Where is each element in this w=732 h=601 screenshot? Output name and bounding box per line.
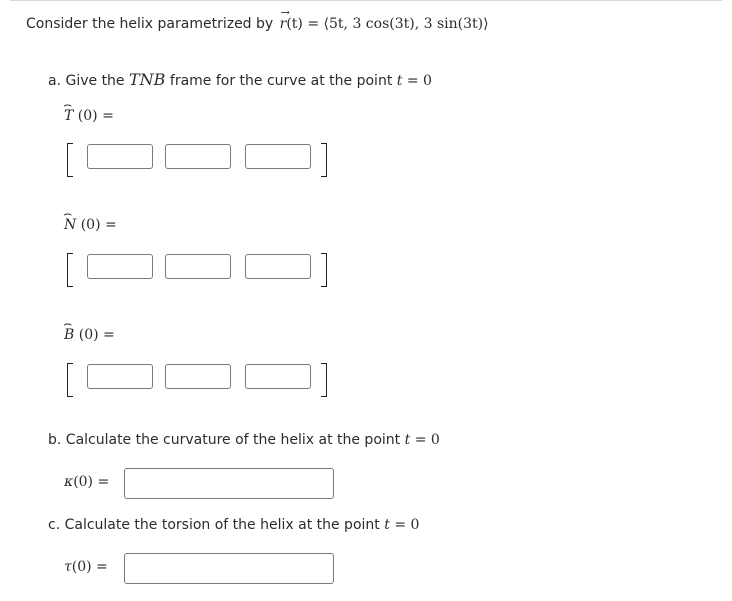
part-a-t: t [396, 73, 403, 89]
problem-statement: Consider the helix parametrized by → r (t… [26, 6, 489, 32]
b-component-2-input[interactable] [165, 364, 231, 389]
n-hat: ⌢ N [63, 206, 77, 233]
torsion-label: τ(0) = [64, 559, 108, 575]
b-component-3-input[interactable] [245, 364, 311, 389]
n-label: ⌢ N (0) = [63, 206, 117, 233]
n-right-bracket [321, 253, 327, 287]
intro-expression: ⟨5t, 3 cos(3t), 3 sin(3t)⟩ [323, 16, 489, 32]
n-arg: (0) = [80, 217, 117, 233]
t-component-3-input[interactable] [245, 144, 311, 169]
t-component-1-input[interactable] [87, 144, 153, 169]
part-a-middle: frame for the curve at the point [169, 73, 393, 89]
torsion-input[interactable] [124, 553, 334, 584]
hat-accent-icon: ⌢ [63, 97, 73, 113]
t-component-2-input[interactable] [165, 144, 231, 169]
part-c-heading: c. Calculate the torsion of the helix at… [48, 517, 419, 533]
b-right-bracket [321, 363, 327, 397]
kappa-symbol: κ [64, 474, 74, 490]
t-left-bracket [67, 143, 73, 177]
part-a-tnb: TNB [129, 70, 166, 89]
b-component-1-input[interactable] [87, 364, 153, 389]
intro-lead: Consider the helix parametrized by [26, 16, 274, 32]
part-b-t: t [404, 432, 411, 448]
intro-equals: = [307, 16, 320, 32]
torsion-arg: (0) = [71, 559, 108, 575]
hat-accent-icon: ⌢ [63, 206, 73, 222]
curvature-label: κ(0) = [64, 474, 109, 490]
b-hat: ⌢ B [63, 316, 75, 343]
part-c-t: t [384, 517, 390, 533]
n-left-bracket [67, 253, 73, 287]
n-component-1-input[interactable] [87, 254, 153, 279]
part-a-eq-zero: = 0 [406, 73, 432, 89]
curvature-arg: (0) = [73, 474, 110, 490]
b-left-bracket [67, 363, 73, 397]
t-arg: (0) = [77, 108, 114, 124]
t-hat: ⌢ T [63, 97, 74, 124]
tau-symbol: τ [64, 559, 72, 575]
top-divider [10, 0, 722, 1]
part-a-prefix: a. Give the [48, 73, 125, 89]
vector-arrow-icon: → [280, 6, 290, 19]
t-label: ⌢ T (0) = [63, 97, 114, 124]
curvature-input[interactable] [124, 468, 334, 499]
n-component-2-input[interactable] [165, 254, 231, 279]
part-a-heading: a. Give the TNB frame for the curve at t… [48, 70, 432, 89]
b-label: ⌢ B (0) = [63, 316, 115, 343]
part-c-eq-zero: = 0 [394, 517, 420, 533]
t-right-bracket [321, 143, 327, 177]
part-b-eq-zero: = 0 [414, 432, 440, 448]
r-vector: → r [279, 6, 290, 32]
n-component-3-input[interactable] [245, 254, 311, 279]
part-b-text: b. Calculate the curvature of the helix … [48, 432, 401, 448]
b-arg: (0) = [78, 327, 115, 343]
part-c-text: c. Calculate the torsion of the helix at… [48, 517, 380, 533]
part-b-heading: b. Calculate the curvature of the helix … [48, 432, 440, 448]
hat-accent-icon: ⌢ [63, 316, 73, 332]
